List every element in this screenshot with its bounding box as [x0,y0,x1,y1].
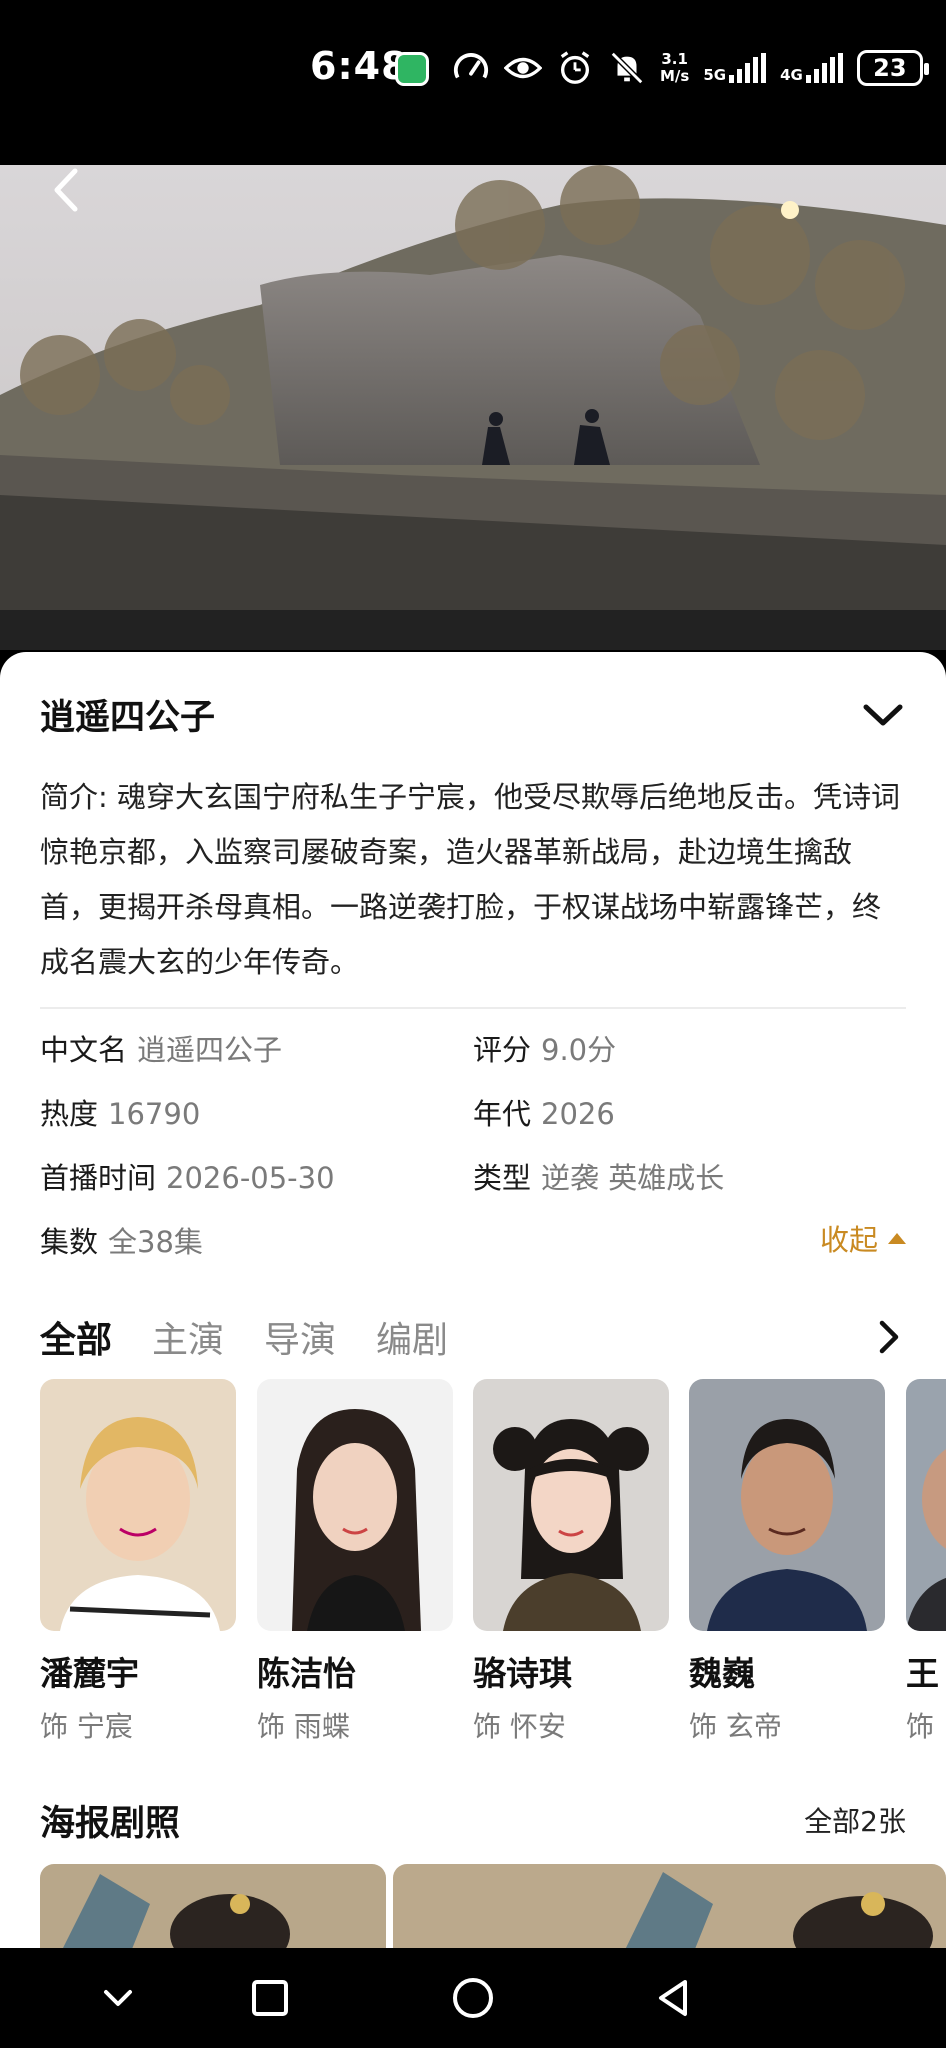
info-key: 热度 [40,1097,99,1131]
navigation-bar [0,1948,946,2048]
cast-name: 骆诗琪 [473,1654,572,1693]
collapse-label: 收起 [819,1223,878,1257]
posters-header: 海报剧照 全部2张 [40,1792,906,1848]
cast-card[interactable]: 魏巍 饰 玄帝 [689,1379,885,1745]
cast-role: 饰 怀安 [473,1710,566,1743]
net-speed-unit: M/s [660,67,690,85]
info-key: 评分 [473,1033,532,1067]
caret-up-icon [888,1232,906,1244]
avatar [689,1379,885,1631]
info-key: 集数 [40,1225,99,1259]
cast-list: 潘麓宇 饰 宁宸 陈洁怡 饰 雨蝶 骆诗琪 饰 怀安 魏巍 饰 玄帝 王 饰 [40,1379,946,1759]
info-value: 逆袭 英雄成长 [541,1161,725,1195]
info-key: 中文名 [40,1033,128,1067]
square-icon [252,1980,288,2016]
speedometer-icon [452,49,490,87]
cast-role: 饰 玄帝 [689,1710,782,1743]
info-value: 2026-05-30 [166,1161,335,1195]
app-badge-icon [395,52,429,86]
avatar [40,1379,236,1631]
posters-view-all[interactable]: 全部2张 [804,1800,906,1840]
status-time: 6:48 [310,44,409,88]
cast-card[interactable]: 王 饰 [906,1379,946,1745]
cast-role: 饰 宁宸 [40,1710,133,1743]
info-episodes: 集数 全38集 [40,1219,203,1261]
cast-role: 饰 [906,1710,935,1743]
net-type-2: 4G [780,66,803,84]
info-premiere: 首播时间 2026-05-30 [40,1155,335,1197]
cast-tabs: 全部 主演 导演 编剧 [40,1307,906,1367]
cast-name: 潘麓宇 [40,1654,139,1693]
info-key: 类型 [473,1161,532,1195]
circle-icon [453,1978,493,2018]
poster-thumbnail[interactable] [40,1864,386,1948]
show-title: 逍遥四公子 [40,697,216,738]
info-value: 16790 [108,1097,201,1131]
back-button[interactable] [40,165,90,220]
cliff-scene-image [0,165,946,610]
cast-name: 魏巍 [689,1654,755,1693]
info-value: 9.0分 [541,1033,617,1067]
cast-name: 陈洁怡 [257,1654,356,1693]
tab-all[interactable]: 全部 [40,1311,112,1363]
hero-bottom-band [0,610,946,650]
battery-icon: 23 [856,50,929,86]
avatar [906,1379,946,1631]
synopsis-text: 简介: 魂穿大玄国宁府私生子宁宸，他受尽欺辱后绝地反击。凭诗词惊艳京都，入监察司… [40,780,900,979]
info-rating: 评分 9.0分 [473,1027,616,1069]
collapse-info-button[interactable]: 收起 [820,1217,906,1259]
avatar [257,1379,453,1631]
info-heat: 热度 16790 [40,1091,200,1133]
net-speed: 3.1 M/s [660,51,689,85]
signal-icon: 5G [703,53,767,84]
info-value: 全38集 [108,1225,203,1259]
detail-sheet: 逍遥四公子 简介: 魂穿大玄国宁府私生子宁宸，他受尽欺辱后绝地反击。凭诗词惊艳京… [0,652,946,1948]
alarm-icon [556,49,594,87]
poster-thumbnail[interactable] [393,1864,946,1948]
status-icons: 3.1 M/s 5G 4G 23 [452,46,929,90]
tab-lead-actors[interactable]: 主演 [152,1311,224,1363]
title-row: 逍遥四公子 [40,684,906,744]
net-speed-value: 3.1 [661,50,688,68]
nav-back-button[interactable] [645,1970,701,2026]
info-key: 首播时间 [40,1161,157,1195]
cast-card[interactable]: 潘麓宇 饰 宁宸 [40,1379,236,1745]
info-value: 逍遥四公子 [137,1033,283,1067]
nav-home-button[interactable] [445,1970,501,2026]
back-arrow-icon [54,168,78,212]
divider [40,1007,906,1009]
posters-title: 海报剧照 [40,1803,181,1844]
tab-writers[interactable]: 编剧 [376,1311,448,1363]
hero-image [0,165,946,610]
cast-role: 饰 雨蝶 [257,1710,350,1743]
chevron-down-icon[interactable] [860,691,906,737]
mute-bell-icon [608,49,646,87]
info-chinese-name: 中文名 逍遥四公子 [40,1027,282,1069]
status-bar: 6:48 3.1 M/s 5G 4G 23 [0,0,946,165]
cast-name: 王 [906,1654,939,1693]
info-key: 年代 [473,1097,532,1131]
chevron-down-icon [104,1990,132,2006]
cast-card[interactable]: 骆诗琪 饰 怀安 [473,1379,669,1745]
eye-icon [504,49,542,87]
info-era: 年代 2026 [473,1091,615,1133]
info-value: 2026 [541,1097,615,1131]
info-genre: 类型 逆袭 英雄成长 [473,1155,724,1197]
chevron-right-icon[interactable] [870,1317,906,1357]
nav-recents-button[interactable] [242,1970,298,2026]
signal-icon-2: 4G [780,53,843,83]
nav-hide-button[interactable] [90,1970,146,2026]
cast-card[interactable]: 陈洁怡 饰 雨蝶 [257,1379,453,1745]
tab-directors[interactable]: 导演 [264,1311,336,1363]
poster-gallery [40,1864,946,1948]
net-type-1: 5G [703,66,727,84]
avatar [473,1379,669,1631]
triangle-back-icon [659,1980,687,2016]
